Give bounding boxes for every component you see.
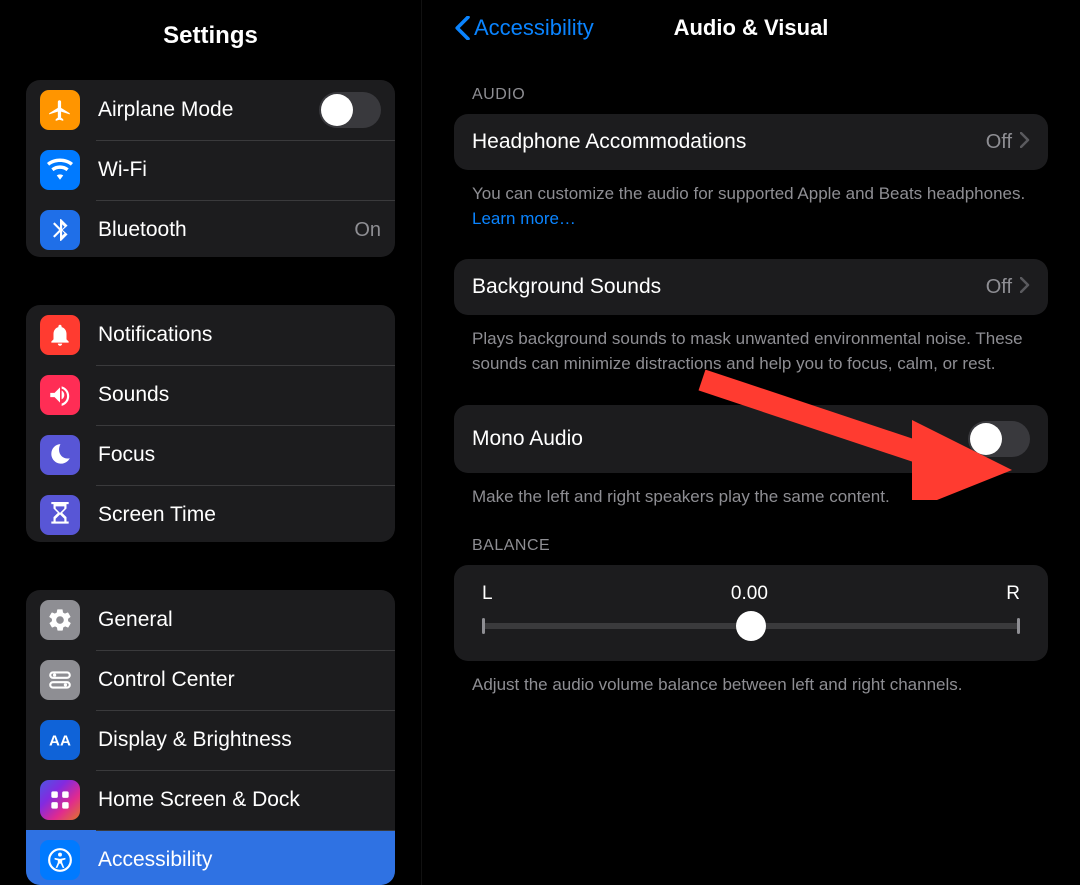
balance-footer: Adjust the audio volume balance between … [472, 673, 1030, 698]
audio-visual-pane: Accessibility Audio & Visual AUDIO Headp… [422, 0, 1080, 885]
balance-left-label: L [482, 583, 493, 605]
sounds-label: Sounds [98, 383, 381, 407]
slider-thumb[interactable] [736, 611, 766, 641]
hourglass-icon [40, 495, 80, 535]
nav-bar: Accessibility Audio & Visual [454, 0, 1048, 56]
balance-right-label: R [1006, 583, 1020, 605]
row-screen-time[interactable]: Screen Time [26, 485, 395, 541]
row-airplane-mode[interactable]: Airplane Mode [26, 80, 395, 140]
balance-slider[interactable] [482, 623, 1020, 629]
page-title: Audio & Visual [454, 15, 1048, 41]
aa-icon: AA [40, 720, 80, 760]
airplane-toggle[interactable] [319, 92, 381, 128]
accessibility-icon [40, 840, 80, 880]
mono-audio-toggle[interactable] [968, 421, 1030, 457]
headphone-accommodations-row[interactable]: Headphone Accommodations Off [454, 114, 1048, 170]
focus-label: Focus [98, 443, 381, 467]
airplane-label: Airplane Mode [98, 98, 319, 122]
background-footer: Plays background sounds to mask unwanted… [472, 327, 1030, 376]
bell-icon [40, 315, 80, 355]
learn-more-link[interactable]: Learn more… [472, 209, 576, 228]
row-focus[interactable]: Focus [26, 425, 395, 485]
mono-audio-row: Mono Audio [454, 405, 1048, 473]
settings-group-system: General Control Center AA Display & Brig… [26, 590, 395, 885]
headphone-label: Headphone Accommodations [472, 130, 986, 154]
background-value: Off [986, 276, 1012, 299]
control-center-label: Control Center [98, 668, 381, 692]
row-home-screen-dock[interactable]: Home Screen & Dock [26, 770, 395, 830]
row-bluetooth[interactable]: Bluetooth On [26, 200, 395, 257]
bluetooth-value: On [354, 219, 381, 242]
speaker-icon [40, 375, 80, 415]
headphone-value: Off [986, 131, 1012, 154]
audio-section-header: AUDIO [472, 86, 1030, 104]
settings-group-alerts: Notifications Sounds Focus Screen Time [26, 305, 395, 541]
balance-section-header: BALANCE [472, 537, 1030, 555]
notifications-label: Notifications [98, 323, 381, 347]
row-accessibility[interactable]: Accessibility [26, 830, 395, 885]
accessibility-label: Accessibility [98, 848, 381, 872]
wifi-label: Wi-Fi [98, 158, 381, 182]
settings-group-network: Airplane Mode Wi-Fi Bluetooth On [26, 80, 395, 257]
row-control-center[interactable]: Control Center [26, 650, 395, 710]
row-wifi[interactable]: Wi-Fi [26, 140, 395, 200]
headphone-footer: You can customize the audio for supporte… [472, 182, 1030, 231]
settings-title: Settings [0, 22, 421, 50]
row-display-brightness[interactable]: AA Display & Brightness [26, 710, 395, 770]
moon-icon [40, 435, 80, 475]
chevron-right-icon [1020, 130, 1030, 154]
bluetooth-icon [40, 210, 80, 250]
row-general[interactable]: General [26, 590, 395, 650]
switches-icon [40, 660, 80, 700]
settings-sidebar: Settings Airplane Mode Wi-Fi Bluetooth O… [0, 0, 422, 885]
bluetooth-label: Bluetooth [98, 218, 354, 242]
balance-center-value: 0.00 [731, 583, 768, 605]
home-screen-label: Home Screen & Dock [98, 788, 381, 812]
row-notifications[interactable]: Notifications [26, 305, 395, 365]
mono-audio-label: Mono Audio [472, 427, 968, 451]
svg-text:AA: AA [49, 732, 71, 749]
screen-time-label: Screen Time [98, 503, 381, 527]
mono-footer: Make the left and right speakers play th… [472, 485, 1030, 510]
background-sounds-row[interactable]: Background Sounds Off [454, 259, 1048, 315]
wifi-icon [40, 150, 80, 190]
display-label: Display & Brightness [98, 728, 381, 752]
general-label: General [98, 608, 381, 632]
apps-icon [40, 780, 80, 820]
row-sounds[interactable]: Sounds [26, 365, 395, 425]
gear-icon [40, 600, 80, 640]
background-label: Background Sounds [472, 275, 986, 299]
balance-card: L 0.00 R [454, 565, 1048, 661]
chevron-right-icon [1020, 275, 1030, 299]
airplane-icon [40, 90, 80, 130]
